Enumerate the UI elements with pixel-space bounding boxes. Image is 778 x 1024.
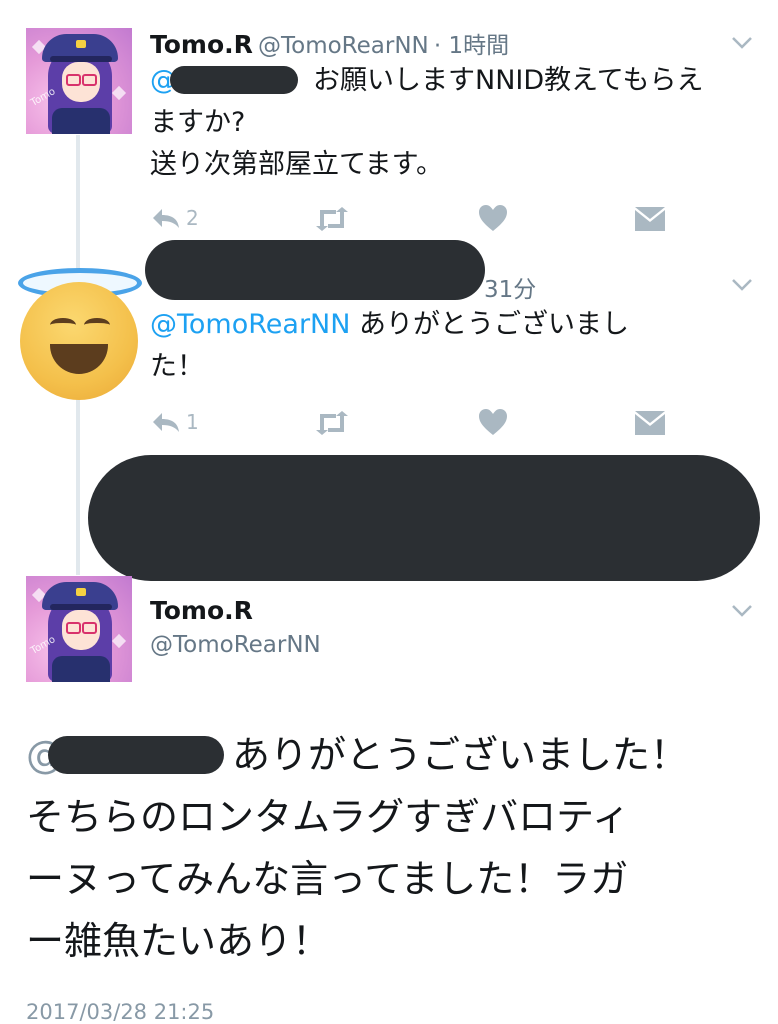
tweet-body: @TomoRearNN ありがとうございまし た！ bbox=[150, 309, 630, 382]
retweet-icon[interactable] bbox=[312, 410, 352, 436]
reply-count: 2 bbox=[186, 206, 199, 230]
redacted-name bbox=[145, 240, 485, 300]
tweet-header: Tomo.R @TomoRearNN · 1時間 bbox=[150, 26, 509, 60]
user-avatar[interactable]: Tomo bbox=[26, 28, 132, 134]
redacted-tweet bbox=[88, 455, 760, 581]
chevron-down-icon[interactable] bbox=[730, 34, 754, 52]
like-icon[interactable] bbox=[478, 408, 508, 436]
tweet-time[interactable]: · 1時間 bbox=[434, 33, 509, 59]
chevron-down-icon[interactable] bbox=[730, 602, 754, 620]
retweet-icon[interactable] bbox=[312, 206, 352, 232]
user-avatar[interactable]: Tomo bbox=[26, 576, 132, 682]
chevron-down-icon[interactable] bbox=[730, 276, 754, 294]
reply-icon bbox=[153, 413, 179, 432]
reply-button[interactable]: 1 bbox=[150, 410, 199, 434]
redacted-mention bbox=[48, 736, 224, 774]
smiling-face-avatar[interactable] bbox=[20, 282, 138, 400]
direct-message-icon[interactable] bbox=[634, 206, 666, 232]
direct-message-icon[interactable] bbox=[634, 410, 666, 436]
reply-icon bbox=[153, 209, 179, 228]
like-icon[interactable] bbox=[478, 204, 508, 232]
mention[interactable]: @TomoRearNN bbox=[150, 309, 350, 340]
display-name[interactable]: Tomo.R bbox=[150, 596, 253, 625]
user-handle[interactable]: @TomoRearNN bbox=[150, 632, 321, 658]
reply-button[interactable]: 2 bbox=[150, 206, 199, 230]
display-name[interactable]: Tomo.R bbox=[150, 30, 253, 59]
redacted-mention bbox=[170, 66, 298, 94]
reply-count: 1 bbox=[186, 410, 199, 434]
tweet-time[interactable]: 31分 bbox=[484, 270, 536, 304]
tweet-timestamp: 2017/03/28 21:25 bbox=[26, 1000, 215, 1024]
user-handle[interactable]: @TomoRearNN bbox=[258, 33, 429, 59]
